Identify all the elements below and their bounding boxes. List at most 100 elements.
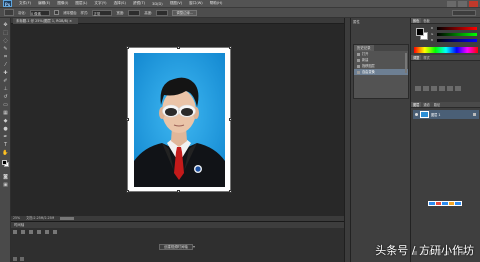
share-icon-blue-2[interactable] bbox=[442, 202, 448, 205]
style-select[interactable]: 正常 bbox=[92, 9, 113, 16]
first-frame-icon[interactable] bbox=[13, 230, 17, 234]
dodge-tool-icon[interactable]: ● bbox=[2, 126, 9, 132]
maximize-button[interactable] bbox=[458, 1, 467, 7]
share-icon-red[interactable] bbox=[435, 202, 442, 205]
menu-3d[interactable]: 3D(D) bbox=[152, 2, 163, 6]
eraser-tool-icon[interactable]: ▭ bbox=[2, 102, 9, 108]
share-icon-blue-3[interactable] bbox=[455, 202, 461, 205]
tab-color[interactable]: 颜色 bbox=[411, 18, 422, 23]
transform-handle-bottom-left[interactable] bbox=[126, 190, 129, 193]
height-label: 高度: bbox=[144, 11, 153, 15]
adjustment-icons bbox=[415, 86, 461, 91]
menu-help[interactable]: 帮助(H) bbox=[210, 1, 223, 6]
color-panel-foreground[interactable] bbox=[416, 28, 424, 36]
workspace-switcher[interactable] bbox=[452, 9, 476, 16]
brightness-icon[interactable] bbox=[415, 86, 421, 91]
marquee-tool-icon[interactable]: ⬚ bbox=[2, 30, 9, 36]
history-brush-tool-icon[interactable]: ↺ bbox=[2, 94, 9, 100]
minimize-button[interactable] bbox=[447, 1, 456, 7]
exposure-icon[interactable] bbox=[439, 86, 445, 91]
transform-handle-left[interactable] bbox=[126, 118, 129, 121]
pen-tool-icon[interactable]: ✒ bbox=[2, 134, 9, 140]
width-input[interactable] bbox=[128, 9, 141, 16]
menu-view[interactable]: 视图(V) bbox=[170, 1, 182, 6]
tab-channels[interactable]: 通道 bbox=[421, 102, 431, 107]
create-video-timeline-button[interactable]: 创建视频时间轴 bbox=[159, 244, 193, 250]
eye-icon[interactable] bbox=[415, 113, 418, 116]
menu-file[interactable]: 文件(F) bbox=[19, 1, 31, 6]
tab-styles[interactable]: 样式 bbox=[421, 55, 431, 60]
blue-label: B bbox=[431, 38, 434, 42]
close-button[interactable] bbox=[469, 1, 478, 7]
vibrance-icon[interactable] bbox=[447, 86, 453, 91]
healing-brush-tool-icon[interactable]: ✚ bbox=[2, 70, 9, 76]
share-icon-orange[interactable] bbox=[448, 202, 455, 205]
chevron-down-icon[interactable]: ▾ bbox=[193, 244, 197, 250]
timeline-panel: 时间轴 创建视频时间轴 ▾ bbox=[11, 221, 344, 262]
menu-filter[interactable]: 滤镜(T) bbox=[133, 1, 145, 6]
menu-select[interactable]: 选择(S) bbox=[114, 1, 126, 6]
blur-tool-icon[interactable]: ◆ bbox=[2, 118, 9, 124]
transform-handle-top-right[interactable] bbox=[229, 46, 232, 49]
blue-slider[interactable] bbox=[437, 39, 477, 42]
menu-layer[interactable]: 图层(L) bbox=[75, 1, 87, 6]
layer-row[interactable]: 图层 1 bbox=[413, 110, 479, 119]
prev-frame-icon[interactable] bbox=[21, 230, 25, 234]
gradient-tool-icon[interactable]: ▦ bbox=[2, 110, 9, 116]
quick-mask-icon[interactable]: ◙ bbox=[2, 174, 9, 180]
screen-mode-icon[interactable]: ▣ bbox=[2, 182, 9, 188]
menu-type[interactable]: 文字(Y) bbox=[94, 1, 106, 6]
menu-window[interactable]: 窗口(W) bbox=[189, 1, 203, 6]
render-icon[interactable] bbox=[20, 257, 24, 261]
hand-tool-icon[interactable]: ✋ bbox=[2, 150, 9, 156]
menu-edit[interactable]: 编辑(E) bbox=[38, 1, 50, 6]
tab-adjustments[interactable]: 调整 bbox=[411, 55, 422, 60]
history-scrollbar[interactable] bbox=[405, 53, 407, 73]
type-tool-icon[interactable]: T bbox=[2, 142, 9, 148]
history-state-icon bbox=[357, 58, 360, 62]
transform-handle-right[interactable] bbox=[229, 118, 232, 121]
crop-tool-icon[interactable]: ⌗ bbox=[2, 54, 9, 60]
feather-input[interactable]: 0 像素 bbox=[29, 9, 50, 16]
refine-edge-button[interactable]: 调整边缘... bbox=[172, 9, 198, 16]
tab-layers[interactable]: 图层 bbox=[411, 102, 422, 107]
levels-icon[interactable] bbox=[423, 86, 429, 91]
tool-preset-picker[interactable] bbox=[4, 9, 14, 16]
transform-handle-top[interactable] bbox=[177, 46, 180, 49]
portrait-image bbox=[134, 53, 225, 187]
properties-panel-title[interactable]: 属性 bbox=[353, 19, 360, 24]
audio-icon[interactable] bbox=[45, 230, 49, 234]
transform-handle-bottom[interactable] bbox=[177, 190, 180, 193]
eyedropper-tool-icon[interactable]: ⁄ bbox=[2, 62, 9, 68]
hue-saturation-icon[interactable] bbox=[455, 86, 461, 91]
play-icon[interactable] bbox=[29, 230, 33, 234]
transform-handle-bottom-right[interactable] bbox=[229, 190, 232, 193]
history-item-selected[interactable]: 自由变换 bbox=[354, 69, 408, 75]
color-spectrum-bar[interactable] bbox=[414, 47, 478, 53]
curves-icon[interactable] bbox=[431, 86, 437, 91]
tab-paths[interactable]: 路径 bbox=[432, 102, 442, 107]
menu-image[interactable]: 图像(I) bbox=[57, 1, 68, 6]
brush-tool-icon[interactable]: ✐ bbox=[2, 78, 9, 84]
history-panel: 属性 历史记录 打开 新建 拖移图层 自由变换 bbox=[350, 18, 410, 262]
next-frame-icon[interactable] bbox=[37, 230, 41, 234]
red-slider[interactable] bbox=[437, 27, 477, 30]
foreground-color-swatch[interactable] bbox=[2, 160, 7, 165]
tab-swatches[interactable]: 色板 bbox=[421, 18, 431, 23]
transform-handle-top-left[interactable] bbox=[126, 46, 129, 49]
clone-stamp-tool-icon[interactable]: ⊥ bbox=[2, 86, 9, 92]
move-tool-icon[interactable]: ✥ bbox=[2, 22, 9, 28]
document-canvas[interactable] bbox=[127, 47, 231, 192]
settings-icon[interactable] bbox=[53, 230, 57, 234]
green-slider[interactable] bbox=[437, 33, 477, 36]
lasso-tool-icon[interactable]: ◌ bbox=[2, 38, 9, 44]
adjustments-panel-tabs: 调整 样式 bbox=[411, 55, 480, 61]
quick-select-tool-icon[interactable]: ✎ bbox=[2, 46, 9, 52]
antialias-checkbox[interactable] bbox=[53, 10, 59, 15]
feather-label: 羽化: bbox=[18, 11, 26, 15]
convert-frame-icon[interactable] bbox=[13, 257, 17, 261]
share-icon-blue[interactable] bbox=[429, 202, 435, 205]
height-input[interactable] bbox=[156, 9, 169, 16]
horizontal-scrollbar[interactable] bbox=[60, 217, 74, 220]
canvas-area[interactable] bbox=[11, 24, 344, 216]
